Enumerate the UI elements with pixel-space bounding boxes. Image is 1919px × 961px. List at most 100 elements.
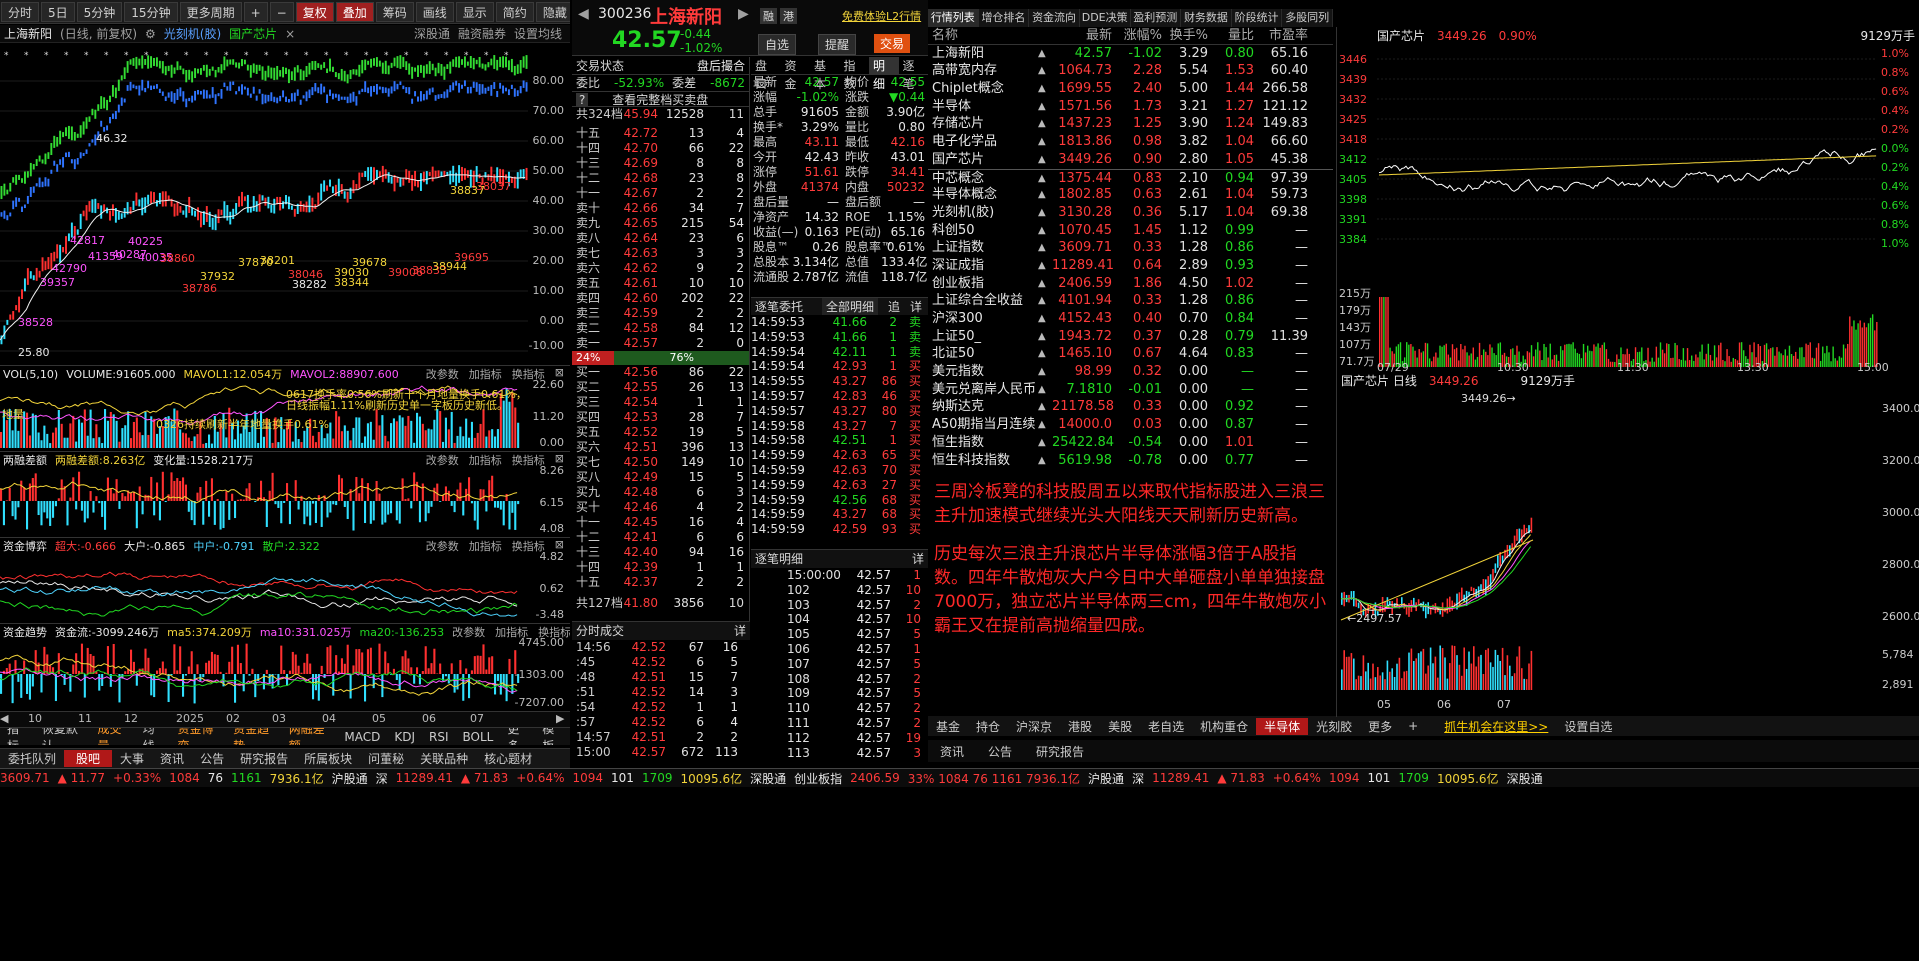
capital-trend-panel[interactable]: 资金趋势 资金流:-3099.246万 ma5:374.209万 ma10:331.0… [0,624,570,712]
table-row[interactable]: 上海新阳 ▲ 42.57 -1.02 3.29 0.80 65.16 [928,45,1333,63]
watchlist-tab[interactable]: 港股 [1060,718,1100,735]
bell-icon[interactable]: ▲ [1038,416,1052,434]
tb-display[interactable]: 显示 [455,1,494,22]
bell-icon[interactable]: ▲ [1038,292,1052,310]
sell-level[interactable]: 卖五 42.61 10 10 [572,276,749,291]
tab-ask-secretary[interactable]: 问董秘 [360,750,412,767]
sell-level[interactable]: 卖八 42.64 23 6 [572,231,749,246]
next-stock-icon[interactable]: ▶ [738,6,749,22]
link-rzrq[interactable]: 融资融券 [458,25,506,42]
overlay-guangkeji[interactable]: 光刻机(胶) [164,25,221,42]
tb-simple[interactable]: 简约 [495,1,534,22]
quote-tab[interactable]: 逐笔 [899,57,929,91]
table-row[interactable]: 上证综合全收益 ▲ 4101.94 0.33 1.28 0.86— [928,292,1333,310]
buy-level[interactable]: 十三 42.40 94 16 [572,545,749,560]
quote-tab[interactable]: 资金 [781,57,811,91]
bell-icon[interactable]: ▲ [1038,222,1052,240]
bell-icon[interactable]: ▲ [1038,115,1052,133]
quote-tab[interactable]: 盘口 [751,57,781,91]
col-volratio[interactable]: 量比 [1208,27,1254,44]
buy-level[interactable]: 买十 42.46 4 2 [572,500,749,515]
margin-panel[interactable]: 两融差额 两融差额:8.263亿 变化量:1528.217万 改参数 加指标 换指标 ⊠ … [0,452,570,538]
gear-icon[interactable]: ⚙ [145,27,156,41]
tab-template[interactable]: 模板 [535,728,570,745]
tab-margin[interactable]: 两融差额 [282,728,338,745]
sell-level[interactable]: 卖一 42.57 2 0 [572,336,749,351]
tb-hide[interactable]: 隐藏 [535,1,570,22]
table-row[interactable]: 半导体 ▲ 1571.56 1.73 3.21 1.27 121.12 [928,98,1333,116]
quote-tab[interactable]: 基本 [810,57,840,91]
watchlist-tab[interactable]: 沪深京 [1008,718,1060,735]
list-tab[interactable]: 财务数据 [1181,9,1232,27]
add-indicator-link[interactable]: 加指标 [469,452,502,468]
prev-stock-icon[interactable]: ◀ [578,6,589,22]
overlay-guochanxinpian[interactable]: 国产芯片 [229,25,277,42]
watchlist-tab[interactable]: 抓牛机会在这里>> [1436,718,1556,735]
tab-ma[interactable]: 均线 [136,728,171,745]
full-book-link[interactable]: 查看完整档买卖盘 [612,93,708,107]
tab-sectors[interactable]: 所属板块 [296,750,360,767]
bell-icon[interactable]: ▲ [1038,328,1052,346]
deals-detail-button[interactable]: 详 [912,550,924,568]
close-icon[interactable]: × [285,27,295,41]
sell-level[interactable]: 十四 42.70 66 22 [572,141,749,156]
tab-announce[interactable]: 公告 [192,750,232,767]
bell-icon[interactable]: ▲ [1038,186,1052,204]
table-row[interactable]: 高带宽内存 ▲ 1064.73 2.28 5.54 1.53 60.40 [928,62,1333,80]
watchlist-tab[interactable]: 持仓 [968,718,1008,735]
tab-news[interactable]: 资讯 [152,750,192,767]
sell-level[interactable]: 十一 42.67 2 2 [572,186,749,201]
tb-overlay[interactable]: 叠加 [335,1,374,22]
add-indicator-link[interactable]: 加指标 [469,366,502,382]
tab-guba[interactable]: 股吧 [64,750,113,767]
alert-button[interactable]: 提醒 [818,34,857,55]
list-tab[interactable]: 盈利预测 [1131,9,1182,27]
edit-params-link[interactable]: 改参数 [426,452,459,468]
buy-level[interactable]: 买四 42.53 28 7 [572,410,749,425]
tab-related[interactable]: 关联品种 [412,750,476,767]
zoom-out-button[interactable]: − [269,1,294,22]
bell-icon[interactable]: ▲ [1038,275,1052,293]
bell-icon[interactable]: ▲ [1038,381,1052,399]
table-row[interactable]: 中芯概念 ▲ 1375.44 0.83 2.10 0.94 97.39 [928,168,1333,187]
sell-level[interactable]: 十二 42.68 23 8 [572,171,749,186]
tick-detail-button[interactable]: 详 [910,298,928,315]
index-intraday-chart[interactable]: 国产芯片 3449.26 0.90% 9129万手 3446 3439 3432 34… [1336,27,1919,372]
watchlist-tab[interactable]: 更多 [1360,718,1400,735]
bell-icon[interactable]: ▲ [1038,239,1052,257]
bell-icon[interactable]: ▲ [1038,62,1052,80]
sell-level[interactable]: 卖十 42.66 34 7 [572,201,749,216]
bell-icon[interactable]: ▲ [1038,151,1052,169]
volume-panel[interactable]: VOL(5,10) VOLUME:91605.000 MAVOL1:12.054万 M… [0,366,570,452]
table-row[interactable]: 纳斯达克 ▲ 21178.58 0.33 0.00 0.92— [928,398,1333,416]
bell-icon[interactable]: ▲ [1038,398,1052,416]
link-sgt[interactable]: 深股通 [414,25,450,42]
edit-params-link[interactable]: 改参数 [426,538,459,554]
col-pe[interactable]: 市盈率 [1254,27,1308,44]
table-row[interactable]: 国产芯片 ▲ 3449.26 0.90 2.80 1.05 45.38 [928,151,1333,169]
buy-level[interactable]: 十五 42.37 2 2 [572,575,749,590]
buy-level[interactable]: 买五 42.52 19 5 [572,425,749,440]
list-tab[interactable]: DDE决策 [1080,9,1131,27]
sgt-link[interactable]: 深股通 [750,770,786,787]
tab-macd[interactable]: MACD [337,730,387,744]
l2-trial-link[interactable]: 免费体验L2行情 [842,8,921,24]
sell-level[interactable]: 卖六 42.62 9 2 [572,261,749,276]
scroll-right-icon[interactable]: ▶ [556,712,564,725]
sell-level[interactable]: 卖二 42.58 84 12 [572,321,749,336]
buy-level[interactable]: 十一 42.45 16 4 [572,515,749,530]
buy-level[interactable]: 买六 42.51 396 13 [572,440,749,455]
ts-detail-button[interactable]: 详 [734,622,746,640]
col-name[interactable]: 名称 [928,27,1038,44]
tb-5day[interactable]: 5日 [41,1,75,22]
bell-icon[interactable]: ▲ [1038,345,1052,363]
table-row[interactable]: 美元指数 ▲ 98.99 0.32 0.00— — [928,363,1333,381]
sgt-link-2[interactable]: 深股通 [1507,770,1543,787]
table-row[interactable]: 上证50_ ▲ 1943.72 0.37 0.28 0.79 11.39 [928,328,1333,346]
quote-tab[interactable]: 指数 [840,57,870,91]
watchlist-tab[interactable]: 基金 [928,718,968,735]
table-row[interactable]: 电子化学品 ▲ 1813.86 0.98 3.82 1.04 66.60 [928,133,1333,151]
date-axis[interactable]: ◀ 10 11 12 2025 02 03 04 05 06 07 ▶ [0,712,570,727]
tb-draw[interactable]: 画线 [415,1,454,22]
tab-boll[interactable]: BOLL [456,730,501,744]
